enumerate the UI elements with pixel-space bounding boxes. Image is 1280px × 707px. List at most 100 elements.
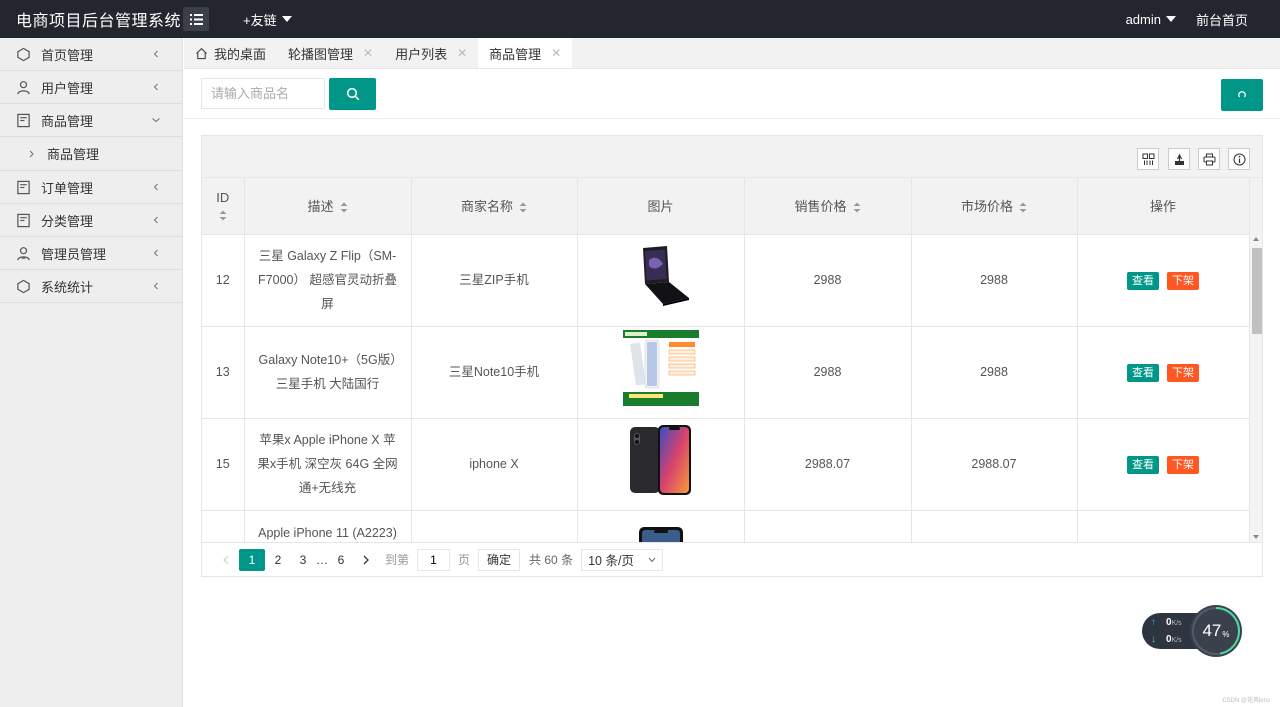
column-label: 描述	[307, 199, 334, 215]
sidebar-item-users[interactable]: 用户管理	[0, 71, 182, 104]
take-down-button[interactable]: 下架	[1167, 271, 1199, 290]
caret-down-icon	[1165, 16, 1176, 22]
column-label: 商家名称	[460, 199, 513, 215]
sidebar-item-orders[interactable]: 订单管理	[0, 171, 182, 204]
user-menu[interactable]: admin	[1126, 12, 1176, 27]
tab-label: 我的桌面	[214, 46, 267, 62]
download-arrow-icon: ↓	[1151, 634, 1156, 645]
close-icon[interactable]: ✕	[551, 46, 561, 60]
print-icon	[1203, 153, 1215, 165]
page-6[interactable]: 6	[329, 549, 353, 571]
sidebar-item-categories[interactable]: 分类管理	[0, 204, 182, 237]
page-2[interactable]: 2	[266, 549, 290, 571]
column-header-actions: 操作	[1077, 178, 1250, 235]
cell-actions: 查看 下架	[1077, 326, 1250, 419]
front-home-link[interactable]: 前台首页	[1196, 10, 1248, 29]
table-row[interactable]: 15 苹果x Apple iPhone X 苹果x手机 深空灰 64G 全网通+…	[202, 418, 1250, 511]
goto-confirm-button[interactable]: 确定	[478, 548, 521, 571]
scrollbar-thumb[interactable]	[1252, 248, 1262, 334]
sidebar-item-label: 首页管理	[41, 47, 94, 63]
percent-sign: %	[1222, 629, 1230, 639]
cell-market-price: 2988	[911, 234, 1078, 327]
sidebar-item-goods[interactable]: 商品管理	[0, 104, 182, 137]
sort-icon[interactable]	[519, 202, 527, 213]
table-row[interactable]: 12 三星 Galaxy Z Flip（SM-F7000） 超感官灵动折叠屏 三…	[202, 234, 1250, 327]
next-page-button[interactable]	[354, 549, 378, 571]
page-3[interactable]: 3	[291, 549, 315, 571]
user-name: admin	[1125, 11, 1161, 27]
tab-desktop[interactable]: 我的桌面	[184, 38, 277, 68]
take-down-button[interactable]: 下架	[1167, 456, 1199, 474]
memory-usage-gauge[interactable]: 47%	[1190, 605, 1242, 657]
goto-page-input[interactable]	[417, 548, 451, 571]
sidebar-item-home[interactable]: 首页管理	[0, 38, 182, 71]
sort-icon[interactable]	[853, 202, 861, 213]
chevron-right-icon	[363, 555, 369, 564]
sort-icon[interactable]	[340, 202, 348, 213]
search-input[interactable]	[201, 78, 325, 109]
friend-link-menu[interactable]: +友链	[243, 10, 292, 29]
cell-desc: 三星 Galaxy Z Flip（SM-F7000） 超感官灵动折叠屏	[244, 234, 412, 327]
print-button[interactable]	[1198, 148, 1220, 170]
cell-image	[577, 326, 745, 419]
page-ellipsis: …	[316, 552, 328, 567]
tab-goods[interactable]: 商品管理 ✕	[478, 38, 573, 68]
sort-icon[interactable]	[219, 210, 227, 221]
sidebar-subitem-label: 商品管理	[47, 147, 100, 162]
tab-carousel[interactable]: 轮播图管理 ✕	[277, 38, 384, 68]
usage-percent: 47	[1202, 621, 1222, 640]
order-icon	[16, 180, 31, 195]
page-size-select[interactable]: 10 条/页	[581, 548, 663, 571]
chevron-right-icon	[29, 150, 34, 157]
sidebar-item-stats[interactable]: 系统统计	[0, 270, 182, 303]
cell-price: 2988	[744, 326, 912, 419]
tab-user-list[interactable]: 用户列表 ✕	[384, 38, 478, 68]
product-image-flip-phone	[642, 245, 689, 306]
cell-actions: 查看 下架	[1077, 418, 1250, 511]
sidebar-subitem-goods-manage[interactable]: 商品管理	[0, 137, 182, 171]
column-header-merchant[interactable]: 商家名称	[411, 178, 578, 235]
chevron-left-icon	[153, 282, 158, 290]
take-down-button[interactable]: 下架	[1167, 364, 1199, 382]
scroll-down-arrow-icon[interactable]	[1253, 535, 1259, 539]
view-button[interactable]: 查看	[1127, 271, 1159, 290]
refresh-button[interactable]	[1221, 79, 1263, 111]
columns-filter-button[interactable]	[1137, 148, 1159, 170]
table-scrollbar[interactable]	[1249, 234, 1262, 542]
cell-desc: Galaxy Note10+（5G版）三星手机 大陆国行	[244, 326, 412, 419]
column-label: 销售价格	[794, 199, 847, 215]
pagination: 1 2 3 … 6 到第 页 确定 共 60 条 10 条/页	[202, 542, 1262, 576]
column-header-price[interactable]: 销售价格	[744, 178, 912, 235]
view-button[interactable]: 查看	[1127, 364, 1159, 382]
close-icon[interactable]: ✕	[457, 46, 467, 60]
table-row[interactable]: 13 Galaxy Note10+（5G版）三星手机 大陆国行 三星Note10…	[202, 326, 1250, 419]
menu-toggle-button[interactable]	[183, 7, 209, 31]
total-count: 共 60 条	[529, 553, 574, 567]
cell-actions: 查看 下架	[1077, 234, 1250, 327]
table-body[interactable]: 12 三星 Galaxy Z Flip（SM-F7000） 超感官灵动折叠屏 三…	[202, 234, 1262, 542]
search-button[interactable]	[329, 78, 376, 110]
column-header-market[interactable]: 市场价格	[911, 178, 1078, 235]
search-toolbar	[184, 69, 1280, 119]
view-button[interactable]: 查看	[1127, 456, 1159, 474]
sidebar-item-label: 分类管理	[41, 213, 94, 229]
close-icon[interactable]: ✕	[363, 46, 373, 60]
sidebar-item-admins[interactable]: 管理员管理	[0, 237, 182, 270]
column-header-id[interactable]: ID	[202, 178, 245, 235]
table-row[interactable]: Apple iPhone 11 (A2223) 1	[202, 510, 1250, 542]
sidebar-item-label: 用户管理	[41, 80, 94, 96]
cell-market-price: 2988	[911, 326, 1078, 419]
column-header-desc[interactable]: 描述	[244, 178, 412, 235]
chevron-down-icon	[152, 118, 160, 123]
cell-image	[577, 510, 745, 542]
sort-icon[interactable]	[1019, 202, 1027, 213]
cell-id: 13	[202, 326, 245, 419]
scroll-up-arrow-icon[interactable]	[1253, 237, 1259, 241]
page-1[interactable]: 1	[239, 548, 265, 571]
column-label: 市场价格	[960, 199, 1013, 215]
speed-unit: K/s	[1171, 620, 1182, 627]
export-button[interactable]	[1168, 148, 1190, 170]
prev-page-button[interactable]	[214, 549, 238, 571]
info-button[interactable]	[1228, 148, 1250, 170]
sidebar-item-label: 订单管理	[41, 180, 94, 196]
